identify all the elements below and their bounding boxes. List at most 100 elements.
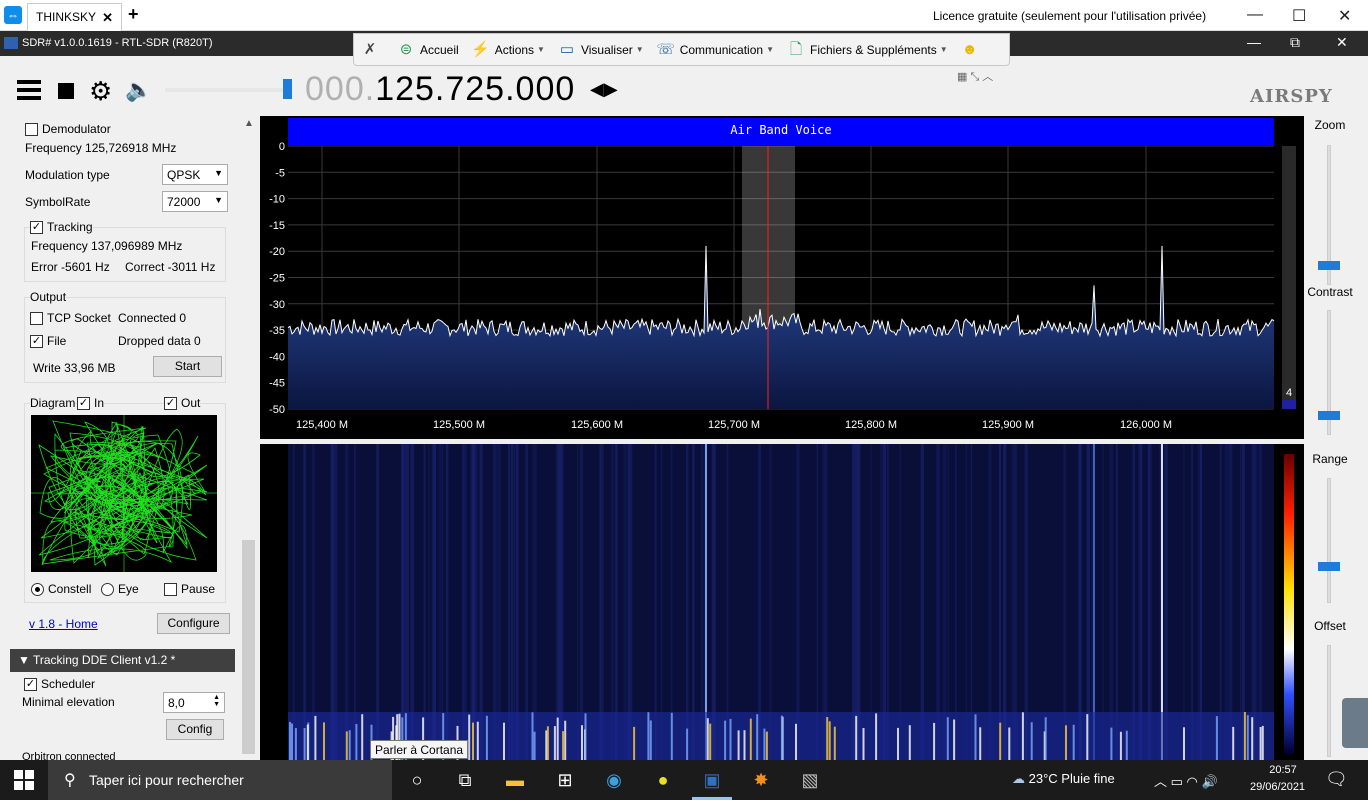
weather-widget[interactable]: ☁ 23°C Pluie fine [1012, 771, 1115, 787]
x-tick-label: 125,500 M [433, 419, 485, 431]
waterfall-burst [546, 726, 549, 760]
windows-taskbar: ⚲ Taper ici pour rechercher ○ ⧉ ▬ ⊞ ◉ ● … [0, 760, 1368, 800]
waterfall-burst [564, 720, 567, 760]
view-menu[interactable]: ▭ Visualiser ▼ [557, 40, 644, 60]
demodulator-checkbox[interactable]: Demodulator [25, 122, 111, 137]
image-viewer-icon[interactable]: ▧ [797, 768, 823, 792]
stop-icon[interactable] [58, 83, 74, 99]
waterfall-burst [291, 723, 293, 760]
windows-start-icon[interactable] [14, 770, 34, 790]
configure-button[interactable]: Configure [157, 613, 230, 634]
tab-title: THINKSKY [36, 10, 97, 24]
speaker-icon[interactable]: 🔈 [125, 77, 152, 103]
sdr-sharp-icon[interactable]: ▣ [699, 768, 725, 792]
communication-menu[interactable]: ☏ Communication ▼ [656, 40, 774, 60]
waterfall-burst [562, 731, 565, 760]
file-explorer-icon[interactable]: ▬ [502, 768, 528, 792]
offset-slider[interactable] [1327, 645, 1331, 757]
feedback-button[interactable]: ☻ [960, 40, 984, 60]
search-placeholder[interactable]: Taper ici pour rechercher [89, 772, 244, 788]
checkbox-checked-icon: ✓ [30, 221, 43, 235]
waterfall-burst [294, 728, 297, 760]
waterfall-burst [649, 720, 652, 760]
cortana-icon[interactable]: ○ [404, 768, 430, 792]
modulation-type-select[interactable]: QPSK ▼ [162, 164, 228, 185]
contrast-slider-thumb[interactable] [1318, 411, 1340, 420]
home-button[interactable]: ⊜ Accueil [396, 40, 459, 60]
sdr-close-icon[interactable]: ✕ [1336, 34, 1348, 51]
edge-icon[interactable]: ◉ [601, 768, 627, 792]
volume-slider-thumb[interactable] [283, 79, 292, 99]
toolbar-mini-controls[interactable]: ▦ ⤡ ︿ [957, 68, 993, 84]
zoom-slider-thumb[interactable] [1318, 261, 1340, 270]
orbitron-status: Orbitron connected [22, 751, 116, 760]
tracking-checkbox[interactable]: ✓ Tracking [30, 220, 93, 235]
minimize-icon[interactable]: — [1247, 6, 1263, 24]
spectrum-plot[interactable]: 0 -5 -10 -15 -20 -25 -30 -35 -40 -45 -50 125,400 M 1… [260, 116, 1304, 439]
waterfall-burst [780, 715, 783, 760]
chevron-down-icon: ▼ [214, 195, 223, 205]
checkbox-checked-icon: ✓ [164, 397, 177, 411]
end-session-button[interactable]: ✗ [360, 40, 384, 60]
start-button[interactable]: Start [153, 356, 222, 377]
tab-thinksky[interactable]: THINKSKY ✕ [27, 3, 122, 31]
volume-slider[interactable] [165, 88, 290, 92]
checkbox-checked-icon: ✓ [24, 678, 37, 692]
cortana-tooltip: Parler à Cortana [370, 740, 469, 759]
store-icon[interactable]: ⊞ [552, 768, 578, 792]
waterfall-burst [749, 718, 752, 760]
waterfall-burst [763, 728, 766, 760]
chevron-down-icon: ▼ [939, 45, 948, 54]
x-tick-label: 125,600 M [571, 419, 623, 431]
chevron-down-icon: ▼ [635, 45, 644, 54]
level-marker-label: 4 [1286, 387, 1292, 399]
y-tick-label: -30 [269, 299, 285, 311]
close-tab-icon[interactable]: ✕ [102, 10, 113, 26]
scroll-up-icon[interactable]: ▲ [244, 118, 254, 129]
teamviewer-side-tab[interactable] [1342, 698, 1368, 748]
tuning-arrows-icon[interactable]: ◀▶ [590, 79, 618, 100]
eye-radio[interactable]: Eye [101, 582, 139, 597]
dde-client-header[interactable]: ▼ Tracking DDE Client v1.2 * [10, 649, 235, 672]
diagram-label: Diagram [30, 396, 76, 410]
diagram-out-checkbox[interactable]: ✓ Out [164, 396, 201, 411]
left-panel-scroll-thumb[interactable] [242, 540, 255, 754]
symbolrate-select[interactable]: 72000 ▼ [162, 191, 228, 212]
config-button[interactable]: Config [166, 719, 224, 740]
version-home-link[interactable]: v 1.8 - Home [29, 617, 98, 631]
spinner-icon[interactable]: ▲ ▼ [213, 694, 220, 708]
frequency-leading-digits[interactable]: 000. [305, 70, 375, 108]
view-label: Visualiser [580, 42, 633, 57]
task-view-icon[interactable]: ⧉ [452, 768, 478, 792]
sdr-minimize-icon[interactable]: — [1247, 34, 1261, 50]
waterfall-burst [686, 728, 689, 760]
range-slider-thumb[interactable] [1318, 562, 1340, 571]
waterfall-burst [1008, 727, 1011, 760]
new-tab-button[interactable]: + [128, 4, 139, 25]
waterfall-plot[interactable] [260, 444, 1304, 760]
notification-icon[interactable]: 🗨 [1325, 769, 1348, 790]
system-tray-icons[interactable]: ︿ ▭ ◠ 🔊 [1154, 771, 1218, 790]
tcp-socket-checkbox[interactable]: TCP Socket [30, 311, 111, 326]
files-menu[interactable]: 🗋 Fichiers & Suppléments ▼ [786, 40, 948, 60]
orbitron-icon[interactable]: ✸ [748, 768, 774, 792]
range-slider[interactable] [1327, 478, 1331, 603]
constell-radio[interactable]: Constell [31, 582, 91, 597]
pause-checkbox[interactable]: Pause [164, 582, 215, 597]
actions-menu[interactable]: ⚡ Actions ▼ [471, 40, 545, 60]
ball-app-icon[interactable]: ● [650, 768, 676, 792]
clock-date[interactable]: 29/06/2021 [1250, 781, 1305, 793]
hamburger-menu-icon[interactable] [17, 80, 41, 100]
frequency-display[interactable]: 000.125.725.000 [305, 70, 575, 109]
file-checkbox[interactable]: ✓ File [30, 334, 66, 349]
min-elevation-input[interactable]: 8,0 ▲ ▼ [163, 692, 225, 713]
scheduler-checkbox[interactable]: ✓ Scheduler [24, 677, 95, 692]
maximize-icon[interactable]: ☐ [1292, 6, 1306, 26]
waterfall-burst [743, 730, 746, 760]
clock-time[interactable]: 20:57 [1262, 764, 1304, 776]
gear-icon[interactable]: ⚙ [89, 76, 112, 107]
close-icon[interactable]: ✕ [1338, 6, 1351, 26]
diagram-in-checkbox[interactable]: ✓ In [77, 396, 105, 411]
frequency-digits[interactable]: 125.725.000 [375, 70, 575, 108]
sdr-restore-icon[interactable]: ⧉ [1290, 34, 1300, 51]
